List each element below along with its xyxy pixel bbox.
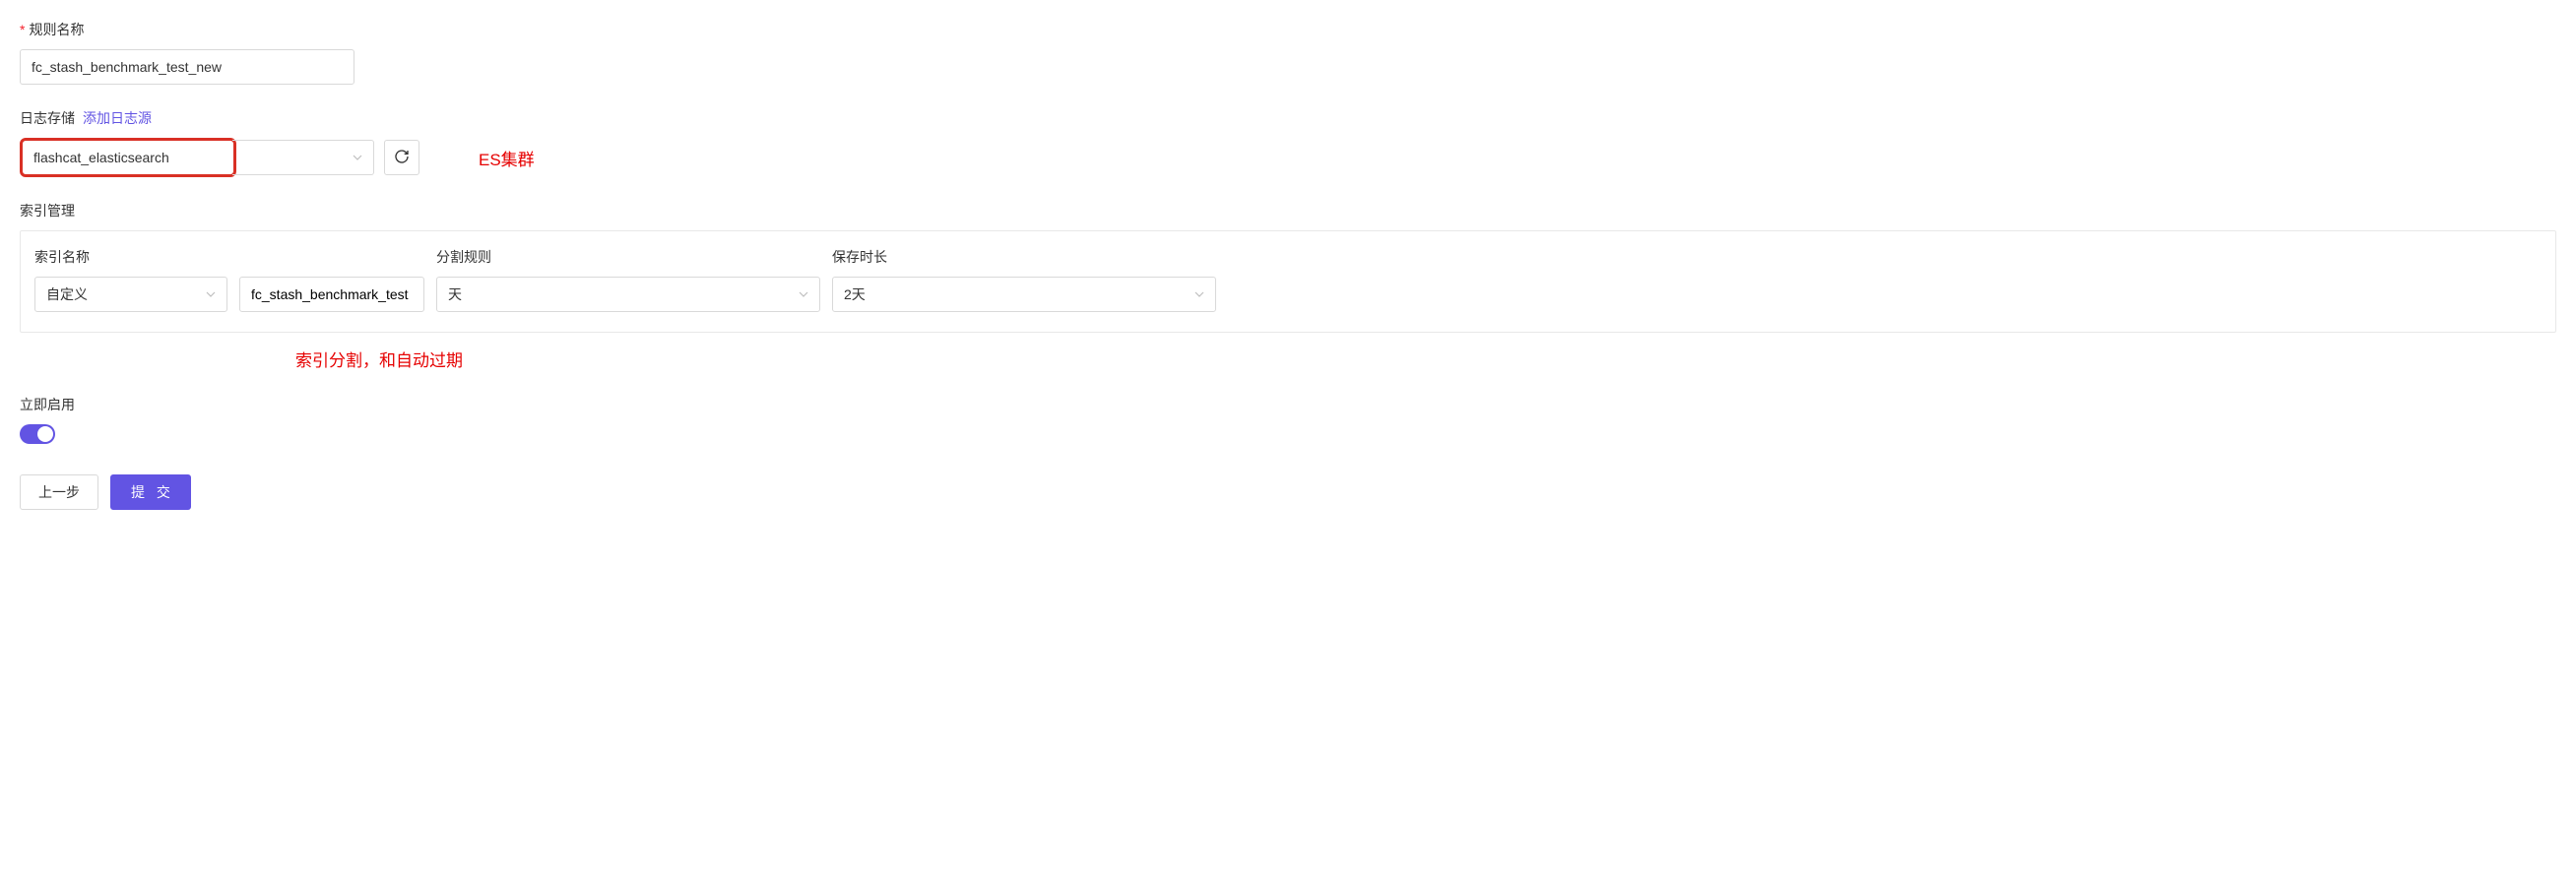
index-name-col-label: 索引名称 xyxy=(34,247,424,267)
retention-col-label: 保存时长 xyxy=(832,247,1216,267)
index-split-annotation: 索引分割，和自动过期 xyxy=(295,346,2556,371)
required-star-icon: * xyxy=(20,22,25,37)
log-storage-select-tail[interactable] xyxy=(232,140,374,175)
rule-name-label-text: 规则名称 xyxy=(29,22,84,37)
split-rule-col: 分割规则 天 xyxy=(436,247,820,312)
log-storage-row: flashcat_elasticsearch ES集群 xyxy=(20,138,2556,177)
split-rule-value: 天 xyxy=(448,284,462,304)
index-name-type-select[interactable]: 自定义 xyxy=(34,277,227,312)
chevron-down-icon xyxy=(1193,288,1205,300)
es-cluster-annotation: ES集群 xyxy=(479,146,535,170)
retention-value: 2天 xyxy=(844,284,866,304)
refresh-button[interactable] xyxy=(384,140,419,175)
index-name-input[interactable] xyxy=(239,277,424,312)
enable-now-label: 立即启用 xyxy=(20,395,2556,414)
index-mgmt-group: 索引管理 索引名称 自定义 分割规则 天 xyxy=(20,201,2556,371)
chevron-down-icon xyxy=(798,288,809,300)
chevron-down-icon xyxy=(352,152,363,163)
rule-name-group: * 规则名称 xyxy=(20,20,2556,85)
prev-button[interactable]: 上一步 xyxy=(20,474,98,510)
index-mgmt-label: 索引管理 xyxy=(20,201,2556,220)
log-storage-selected-value: flashcat_elasticsearch xyxy=(33,150,169,165)
log-storage-label: 日志存储 xyxy=(20,108,75,128)
switch-knob xyxy=(37,426,53,442)
refresh-icon xyxy=(394,149,410,167)
retention-select[interactable]: 2天 xyxy=(832,277,1216,312)
rule-name-label: * 规则名称 xyxy=(20,20,2556,39)
add-log-source-link[interactable]: 添加日志源 xyxy=(83,108,152,128)
enable-now-group: 立即启用 xyxy=(20,395,2556,447)
submit-button[interactable]: 提 交 xyxy=(110,474,191,510)
split-rule-col-label: 分割规则 xyxy=(436,247,820,267)
index-name-type-value: 自定义 xyxy=(46,284,88,304)
log-storage-label-row: 日志存储 添加日志源 xyxy=(20,108,2556,128)
index-name-col: 索引名称 自定义 xyxy=(34,247,424,312)
index-mgmt-panel: 索引名称 自定义 分割规则 天 保存时长 xyxy=(20,230,2556,333)
enable-now-toggle[interactable] xyxy=(20,424,55,444)
split-rule-select[interactable]: 天 xyxy=(436,277,820,312)
button-row: 上一步 提 交 xyxy=(20,474,2556,510)
rule-name-input[interactable] xyxy=(20,49,354,85)
chevron-down-icon xyxy=(205,288,217,300)
log-storage-select-highlighted[interactable]: flashcat_elasticsearch xyxy=(20,138,236,177)
log-storage-select-wrapper: flashcat_elasticsearch xyxy=(20,138,374,177)
log-storage-group: 日志存储 添加日志源 flashcat_elasticsearch ES集群 xyxy=(20,108,2556,177)
retention-col: 保存时长 2天 xyxy=(832,247,1216,312)
